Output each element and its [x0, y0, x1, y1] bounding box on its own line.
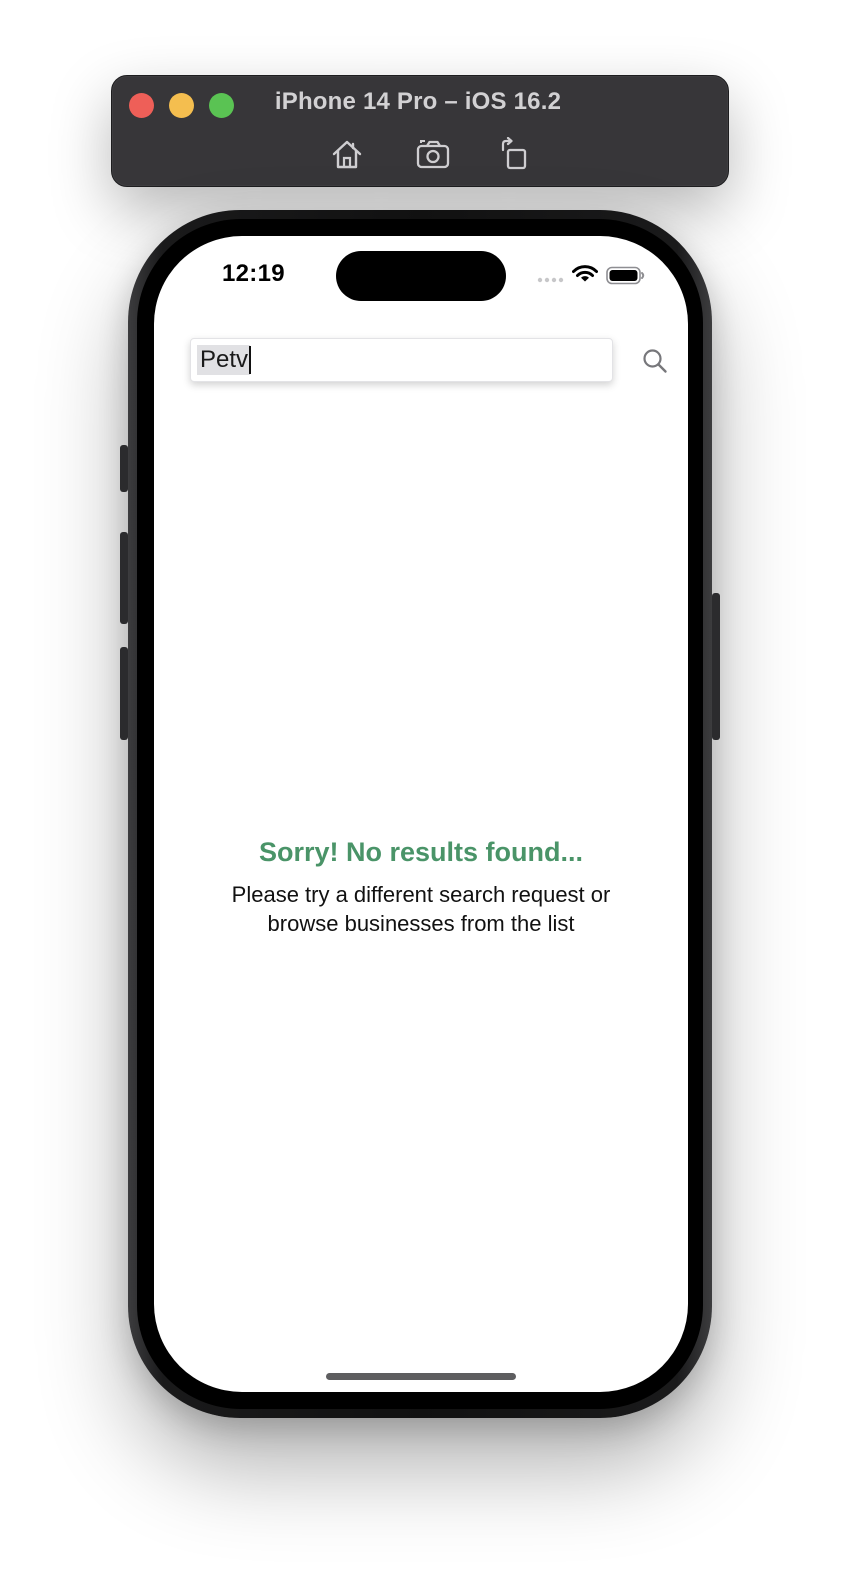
home-icon — [332, 140, 362, 169]
no-results-title: Sorry! No results found... — [258, 837, 584, 867]
dynamic-island — [336, 251, 506, 301]
search-icon — [643, 349, 667, 373]
action-button — [120, 445, 128, 492]
home-indicator[interactable] — [326, 1373, 516, 1380]
search-input-value: Petv — [197, 345, 251, 375]
search-bar: Petv — [190, 338, 667, 384]
power-button — [712, 593, 720, 740]
screenshot-button[interactable] — [414, 134, 454, 174]
volume-down-button — [120, 647, 128, 740]
rotate-button[interactable] — [494, 134, 534, 174]
search-button[interactable] — [638, 344, 672, 378]
wifi-icon — [572, 265, 598, 282]
rotate-icon — [501, 137, 527, 170]
home-button[interactable] — [327, 134, 367, 174]
no-results-message: Please try a different search request or… — [231, 882, 611, 936]
volume-up-button — [120, 532, 128, 624]
search-input[interactable]: Petv — [197, 345, 252, 375]
app-screen: 12:19 Petv Sorry! No results found... Pl… — [154, 236, 688, 1392]
text-cursor — [249, 345, 252, 374]
status-icons — [537, 264, 647, 288]
search-field[interactable]: Petv — [190, 338, 613, 382]
simulator-stage: iPhone 14 Pro – iOS 16.2 12:19 Petv Sorr… — [0, 0, 842, 1572]
status-time: 12:19 — [222, 260, 285, 287]
signal-icon — [537, 277, 564, 283]
simulator-title: iPhone 14 Pro – iOS 16.2 — [274, 88, 562, 115]
empty-state: Sorry! No results found... Please try a … — [154, 832, 688, 938]
battery-icon — [606, 266, 645, 285]
camera-icon — [416, 140, 450, 169]
simulator-toolbar: iPhone 14 Pro – iOS 16.2 — [111, 75, 729, 187]
